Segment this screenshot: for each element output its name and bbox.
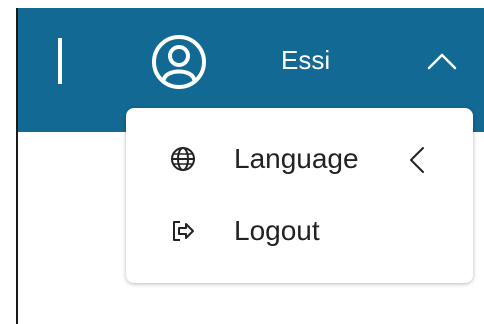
menu-item-language[interactable]: Language [126,132,473,188]
chevron-up-icon [427,53,457,70]
user-name[interactable]: Essi [281,44,330,76]
page: Essi Language Logout [0,0,484,324]
user-circle-icon [152,35,206,89]
user-menu-toggle[interactable] [426,50,458,72]
menu-item-label: Logout [234,215,320,246]
user-dropdown-menu: Language Logout [126,108,473,283]
menu-item-label: Language [234,143,359,174]
globe-icon [171,147,195,171]
left-border [16,8,18,324]
logout-icon [173,221,194,241]
header-divider [58,38,62,84]
chevron-left-icon [410,147,424,173]
user-avatar-button[interactable] [149,32,209,92]
menu-item-logout[interactable]: Logout [126,204,473,260]
